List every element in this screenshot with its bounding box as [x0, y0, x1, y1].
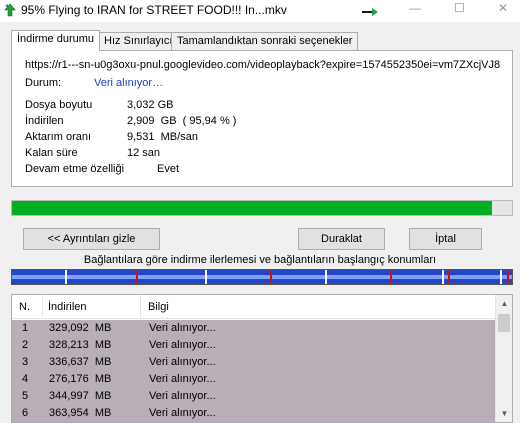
- connection-number: 2: [22, 339, 29, 351]
- tab-download-status[interactable]: İndirme durumu: [11, 30, 101, 51]
- time-left-label: Kalan süre: [25, 147, 78, 159]
- transfer-rate-label: Aktarım oranı: [25, 131, 92, 143]
- connection-active-marker: [136, 270, 138, 284]
- status-value: Veri alınıyor…: [94, 77, 164, 89]
- connection-number: 6: [22, 407, 29, 419]
- column-separator[interactable]: [42, 295, 43, 319]
- column-header-downloaded[interactable]: İndirilen: [48, 301, 87, 313]
- connection-info: Veri alınıyor...: [149, 339, 216, 351]
- connection-info: Veri alınıyor...: [149, 407, 216, 419]
- connection-number: 3: [22, 356, 29, 368]
- column-header-number[interactable]: N.: [19, 301, 30, 313]
- connection-active-marker: [507, 270, 509, 284]
- connection-start-marker: [442, 270, 444, 284]
- downloaded-label: İndirilen: [25, 115, 64, 127]
- connection-info: Veri alınıyor...: [149, 322, 216, 334]
- hide-details-button[interactable]: << Ayrıntıları gizle: [23, 228, 160, 250]
- time-left-value: 12 san: [127, 147, 161, 159]
- scroll-thumb[interactable]: [498, 314, 510, 332]
- connection-active-marker: [389, 270, 392, 284]
- connection-start-marker: [204, 270, 207, 284]
- connection-number: 5: [22, 390, 29, 402]
- connection-downloaded: 276,176 MB: [49, 373, 112, 385]
- pause-button[interactable]: Duraklat: [298, 228, 385, 250]
- close-button[interactable]: ✕: [480, 0, 520, 22]
- connection-info: Veri alınıyor...: [149, 356, 216, 368]
- idm-app-icon: [4, 3, 16, 17]
- download-url: https://r1---sn-u0g3oxu-pnul.googlevideo…: [25, 59, 501, 71]
- connection-active-marker: [269, 270, 272, 284]
- tab-on-completion-options[interactable]: Tamamlandıktan sonraki seçenekler: [171, 32, 359, 51]
- connection-info: Veri alınıyor...: [149, 390, 216, 402]
- connection-active-marker: [448, 270, 450, 284]
- table-row[interactable]: 6 363,954 MB Veri alınıyor...: [12, 405, 496, 422]
- download-progress-bar: [11, 200, 513, 216]
- file-size-label: Dosya boyutu: [25, 99, 93, 111]
- resume-capability-value: Evet: [157, 163, 180, 175]
- connection-downloaded: 328,213 MB: [49, 339, 112, 351]
- maximize-button[interactable]: [436, 0, 482, 22]
- connection-downloaded: 344,997 MB: [49, 390, 112, 402]
- status-label: Durum:: [25, 77, 62, 89]
- progress-fill: [12, 201, 492, 215]
- vertical-scrollbar[interactable]: ▲ ▼: [495, 295, 512, 422]
- minimize-icon: —: [409, 1, 421, 15]
- scroll-down-icon[interactable]: ▼: [496, 405, 512, 422]
- table-row[interactable]: 1 329,092 MB Veri alınıyor...: [12, 320, 496, 337]
- cancel-button[interactable]: İptal: [409, 228, 482, 250]
- table-row[interactable]: 5 344,997 MB Veri alınıyor...: [12, 388, 496, 405]
- connection-start-marker: [499, 270, 502, 284]
- table-row[interactable]: 2 328,213 MB Veri alınıyor...: [12, 337, 496, 354]
- window-title: 95% Flying to IRAN for STREET FOOD!!! In…: [21, 3, 287, 17]
- column-separator[interactable]: [140, 295, 141, 319]
- connection-downloaded: 329,092 MB: [49, 322, 112, 334]
- connection-number: 4: [22, 373, 29, 385]
- table-row[interactable]: 4 276,176 MB Veri alınıyor...: [12, 371, 496, 388]
- connections-caption: Bağlantılara göre indirme ilerlemesi ve …: [83, 254, 437, 266]
- title-bar[interactable]: 95% Flying to IRAN for STREET FOOD!!! In…: [0, 0, 520, 22]
- connections-progress-band: [12, 275, 512, 279]
- maximize-icon: [454, 3, 464, 12]
- tab-speed-limiter[interactable]: Hız Sınırlayıcı: [98, 32, 179, 51]
- connection-downloaded: 336,637 MB: [49, 356, 112, 368]
- connection-start-marker: [324, 270, 327, 284]
- close-icon: ✕: [497, 1, 509, 15]
- download-status-panel: https://r1---sn-u0g3oxu-pnul.googlevideo…: [11, 50, 513, 187]
- connection-start-marker: [64, 270, 67, 284]
- arrow-icon[interactable]: [362, 8, 378, 16]
- connections-rows: 1 329,092 MB Veri alınıyor... 2 328,213 MB Ve…: [12, 320, 496, 422]
- column-header-info[interactable]: Bilgi: [148, 301, 169, 313]
- connections-list[interactable]: N. İndirilen Bilgi 1 329,092 MB Veri alını…: [11, 294, 513, 423]
- resume-capability-label: Devam etme özelliği: [25, 163, 125, 175]
- table-row[interactable]: 3 336,637 MB Veri alınıyor...: [12, 354, 496, 371]
- connection-downloaded: 363,954 MB: [49, 407, 112, 419]
- downloaded-value: 2,909 GB ( 95,94 % ): [127, 115, 237, 127]
- connection-info: Veri alınıyor...: [149, 373, 216, 385]
- connection-number: 1: [22, 322, 29, 334]
- list-header: N. İndirilen Bilgi: [12, 295, 496, 319]
- connections-progress-map: [11, 269, 513, 285]
- minimize-button[interactable]: —: [392, 0, 438, 22]
- file-size-value: 3,032 GB: [127, 99, 174, 111]
- transfer-rate-value: 9,531 MB/san: [127, 131, 198, 143]
- scroll-up-icon[interactable]: ▲: [496, 295, 512, 312]
